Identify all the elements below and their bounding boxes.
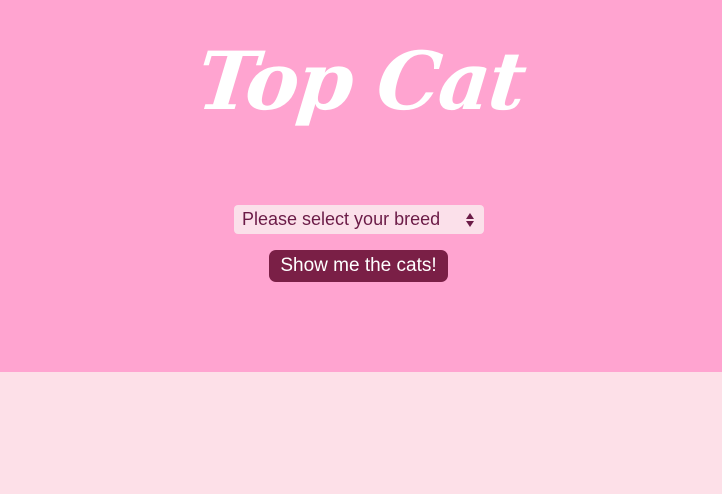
show-cats-button[interactable]: Show me the cats! [269,250,448,282]
page: Top Cat Please select your breed Show me… [0,0,722,494]
breed-select[interactable]: Please select your breed [234,205,484,234]
results-area [0,372,722,494]
hero-section: Top Cat Please select your breed Show me… [0,0,722,372]
page-title: Top Cat [193,34,529,128]
up-down-arrows-icon [458,212,482,227]
breed-select-value: Please select your breed [242,209,441,229]
